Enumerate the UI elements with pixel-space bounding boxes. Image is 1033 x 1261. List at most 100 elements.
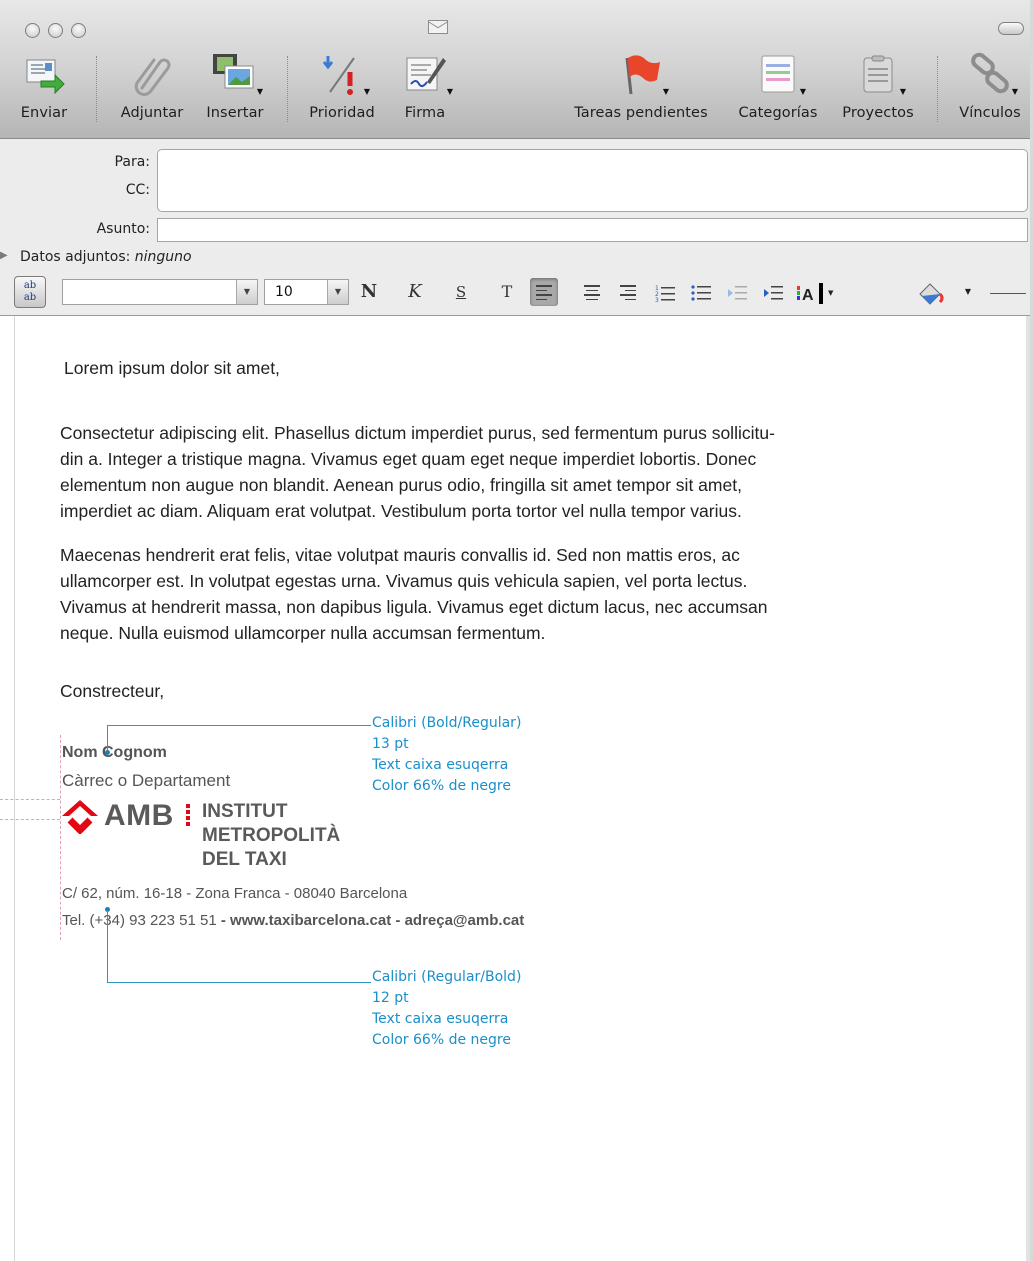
logo-institute-text: INSTITUT METROPOLITÀ DEL TAXI: [202, 800, 340, 872]
signature-website[interactable]: www.taxibarcelona.cat: [230, 912, 391, 929]
annotation-line: Color 66% de negre: [372, 1032, 511, 1048]
layout-guide: [60, 735, 61, 940]
paragraph-line: Maecenas hendrerit erat felis, vitae vol…: [60, 545, 740, 565]
paragraph-2: Maecenas hendrerit erat felis, vitae vol…: [60, 542, 768, 646]
send-label: Enviar: [20, 105, 68, 121]
signature-address: C/ 62, núm. 16-18 - Zona Franca - 08040 …: [62, 885, 408, 902]
align-center-button[interactable]: [578, 278, 606, 306]
minimize-window-button[interactable]: [48, 23, 63, 38]
toolbar: Enviar Adjuntar ▼ Insertar ▼ Prioridad ▼…: [0, 0, 1030, 139]
logo-line: DEL TAXI: [202, 849, 287, 870]
body-left-border: [14, 316, 15, 1261]
numbered-list-button[interactable]: 123: [650, 278, 678, 306]
annotation-line: 13 pt: [372, 736, 409, 752]
svg-text:A: A: [802, 287, 814, 304]
decrease-indent-button[interactable]: [722, 278, 750, 306]
subject-field[interactable]: [157, 218, 1028, 242]
attachments-row[interactable]: ▶ Datos adjuntos: ninguno: [0, 249, 192, 265]
increase-indent-button[interactable]: [758, 278, 786, 306]
contact-separator: -: [216, 912, 231, 929]
chevron-down-icon[interactable]: ▼: [236, 280, 257, 304]
insert-button[interactable]: ▼ Insertar: [200, 50, 270, 130]
close-window-button[interactable]: [25, 23, 40, 38]
align-left-button[interactable]: [530, 278, 558, 306]
annotation-line: 12 pt: [372, 990, 409, 1006]
annotation-line: Calibri (Bold/Regular): [372, 715, 522, 731]
chevron-down-icon[interactable]: ▼: [327, 280, 348, 304]
cc-label: CC:: [125, 182, 150, 198]
toolbar-separator: [287, 56, 289, 122]
layout-guide: [0, 799, 60, 800]
attach-button[interactable]: Adjuntar: [114, 50, 190, 130]
categories-button[interactable]: ▼ Categorías: [731, 50, 825, 130]
insert-label: Insertar: [206, 105, 264, 121]
signature-email[interactable]: adreça@amb.cat: [405, 912, 525, 929]
font-name-select[interactable]: ▼: [62, 279, 258, 305]
insert-media-icon: ▼: [211, 50, 263, 98]
numbered-list-icon: 123: [655, 285, 675, 302]
categories-label: Categorías: [738, 105, 818, 121]
font-size-value: 10: [275, 284, 293, 300]
links-button[interactable]: ▼ Vínculos: [954, 50, 1026, 130]
align-right-button[interactable]: [614, 278, 642, 306]
font-size-select[interactable]: 10 ▼: [264, 279, 349, 305]
svg-text:3: 3: [655, 297, 659, 302]
attachments-value: ninguno: [134, 249, 192, 265]
toolbar-toggle-button[interactable]: [998, 22, 1024, 35]
paperclip-icon: [128, 50, 176, 98]
spell-check-button[interactable]: ab ab: [14, 276, 46, 308]
paragraph-line: ullamcorper est. In volutpat egestas urn…: [60, 571, 748, 591]
logo-amb-text: AMB: [104, 799, 174, 832]
annotation-bottom: Calibri (Regular/Bold) 12 pt Text caixa …: [372, 967, 521, 1051]
tasks-button[interactable]: ▼ Tareas pendientes: [563, 50, 719, 130]
annotation-dot: [105, 750, 110, 755]
scrollbar-track[interactable]: [1026, 316, 1030, 1261]
disclosure-triangle-icon[interactable]: ▶: [0, 250, 8, 261]
attachments-label: Datos adjuntos:: [20, 249, 131, 265]
highlight-color-button[interactable]: [912, 278, 960, 306]
text-style-button[interactable]: T: [496, 279, 518, 305]
subject-label: Asunto:: [96, 221, 150, 237]
annotation-top: Calibri (Bold/Regular) 13 pt Text caixa …: [372, 713, 521, 797]
annotation-line: Color 66% de negre: [372, 778, 511, 794]
align-center-icon: [584, 285, 600, 303]
message-body[interactable]: Lorem ipsum dolor sit amet, Consectetur …: [0, 316, 1030, 1261]
signature-button[interactable]: ▼ Firma: [393, 50, 457, 130]
zoom-window-button[interactable]: [71, 23, 86, 38]
underline-button[interactable]: S: [450, 279, 472, 305]
bullet-list-button[interactable]: [686, 278, 714, 306]
signature-pen-icon: ▼: [401, 50, 453, 98]
increase-indent-icon: [764, 286, 783, 300]
logo-line: METROPOLITÀ: [202, 825, 341, 846]
projects-button[interactable]: ▼ Proyectos: [834, 50, 922, 130]
closing: Constrecteur,: [60, 681, 165, 701]
greeting: Lorem ipsum dolor sit amet,: [64, 358, 280, 378]
text-color-button[interactable]: A ▼: [794, 278, 838, 306]
recipients-field[interactable]: [157, 149, 1028, 212]
annotation-line: Text caixa esuqerra: [372, 1011, 509, 1027]
bold-button[interactable]: N: [358, 279, 380, 305]
paragraph-line: din a. Integer a tristique magna. Vivamu…: [60, 449, 757, 469]
text-color-icon: A ▼: [797, 283, 834, 304]
paragraph-1: Consectetur adipiscing elit. Phasellus d…: [60, 420, 775, 524]
chevron-down-icon[interactable]: ▼: [956, 279, 980, 305]
italic-button[interactable]: K: [404, 279, 426, 305]
categories-icon: ▼: [754, 50, 806, 98]
toolbar-separator: [937, 56, 939, 122]
paragraph-line: Vivamus at hendrerit massa, non dapibus …: [60, 597, 768, 617]
toolbar-separator: [96, 56, 98, 122]
annotation-leader: [107, 910, 108, 982]
horizontal-rule-button[interactable]: [990, 293, 1026, 294]
send-button[interactable]: Enviar: [14, 50, 74, 130]
signature-role: Càrrec o Departament: [62, 771, 231, 790]
tasks-label: Tareas pendientes: [574, 105, 708, 121]
format-bar: ab ab ▼ 10 ▼ N K S T 123 A ▼ ▼: [0, 274, 1030, 314]
send-icon: [20, 50, 68, 98]
annotation-leader: [107, 725, 371, 726]
priority-button[interactable]: ▼ Prioridad: [302, 50, 382, 130]
annotation-leader: [107, 725, 108, 752]
projects-folder-icon: ▼: [854, 50, 906, 98]
priority-label: Prioridad: [309, 105, 375, 121]
amb-logo-mark: [62, 800, 98, 834]
signature-name: Nom Cognom: [62, 744, 167, 761]
